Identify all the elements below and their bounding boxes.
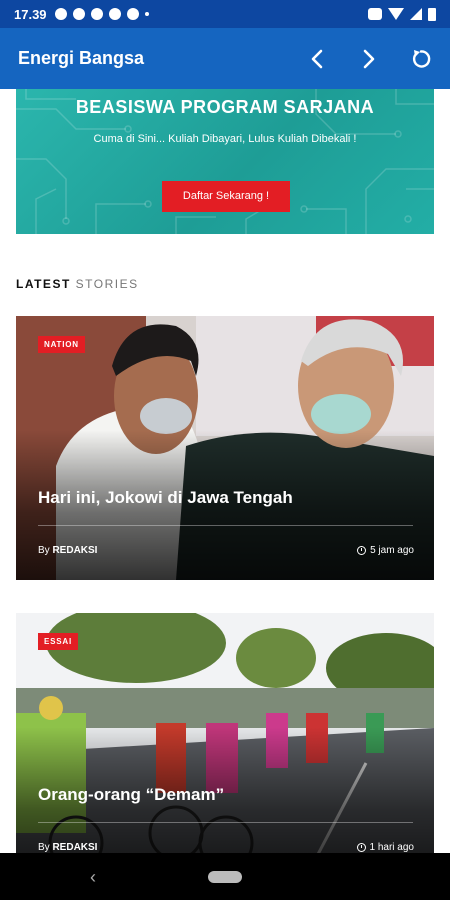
category-badge[interactable]: ESSAI xyxy=(38,633,79,650)
story-time-label: 1 hari ago xyxy=(369,842,414,853)
more-notifications-dot xyxy=(144,12,149,16)
card-divider xyxy=(38,525,413,526)
story-time: 1 hari ago xyxy=(356,842,414,853)
byline-prefix: By xyxy=(38,545,50,556)
story-time-label: 5 jam ago xyxy=(370,545,414,556)
wifi-icon xyxy=(388,8,404,20)
telegram-icon xyxy=(54,8,67,20)
whatsapp-icon xyxy=(72,8,85,20)
banner-subtitle: Cuma di Sini... Kuliah Dibayari, Lulus K… xyxy=(93,133,357,145)
clock-icon xyxy=(356,843,366,852)
banner-title: BEASISWA PROGRAM SARJANA xyxy=(75,97,375,117)
notification-icons xyxy=(54,8,149,20)
app-bar: Energi Bangsa xyxy=(0,28,450,89)
app-title: Energi Bangsa xyxy=(18,48,145,68)
story-card[interactable]: NATION Hari ini, Jokowi di Jawa Tengah B… xyxy=(16,316,434,580)
app-notification-icon xyxy=(126,8,139,20)
scholarship-banner[interactable]: BEASISWA PROGRAM SARJANA Cuma di Sini...… xyxy=(16,89,434,234)
category-badge[interactable]: NATION xyxy=(38,336,85,353)
story-title[interactable]: Orang-orang “Demam” xyxy=(38,785,224,805)
register-now-button[interactable]: Daftar Sekarang ! xyxy=(162,181,290,212)
system-icons xyxy=(368,7,436,21)
clock-icon xyxy=(357,546,367,555)
battery-icon xyxy=(428,7,436,21)
content-area[interactable]: BEASISWA PROGRAM SARJANA Cuma di Sini...… xyxy=(0,89,450,853)
story-time: 5 jam ago xyxy=(357,545,414,556)
system-nav-bar: ‹ xyxy=(0,853,450,900)
back-icon[interactable]: ‹ xyxy=(90,867,96,888)
status-bar: 17.39 xyxy=(0,0,450,28)
latest-stories-heading: LATEST STORIES xyxy=(16,277,139,291)
card-divider xyxy=(38,822,413,823)
section-heading-light: STORIES xyxy=(75,277,139,291)
chevron-left-icon[interactable] xyxy=(306,48,328,70)
app-actions xyxy=(306,48,432,70)
home-pill-icon[interactable] xyxy=(208,870,242,883)
signal-icon xyxy=(410,8,422,20)
byline-prefix: By xyxy=(38,842,50,853)
chat-icon xyxy=(108,8,121,20)
b-app-icon xyxy=(90,8,103,20)
status-time: 17.39 xyxy=(14,6,47,22)
vibrate-icon xyxy=(368,8,382,20)
story-author[interactable]: REDAKSI xyxy=(52,842,97,853)
story-author[interactable]: REDAKSI xyxy=(52,545,97,556)
story-title[interactable]: Hari ini, Jokowi di Jawa Tengah xyxy=(38,488,293,508)
story-byline: By REDAKSI xyxy=(38,545,97,556)
section-heading-strong: LATEST xyxy=(16,277,71,291)
story-byline: By REDAKSI xyxy=(38,842,97,853)
story-card[interactable]: ESSAI Orang-orang “Demam” By REDAKSI 1 h… xyxy=(16,613,434,853)
refresh-icon[interactable] xyxy=(410,48,432,70)
chevron-right-icon[interactable] xyxy=(358,48,380,70)
